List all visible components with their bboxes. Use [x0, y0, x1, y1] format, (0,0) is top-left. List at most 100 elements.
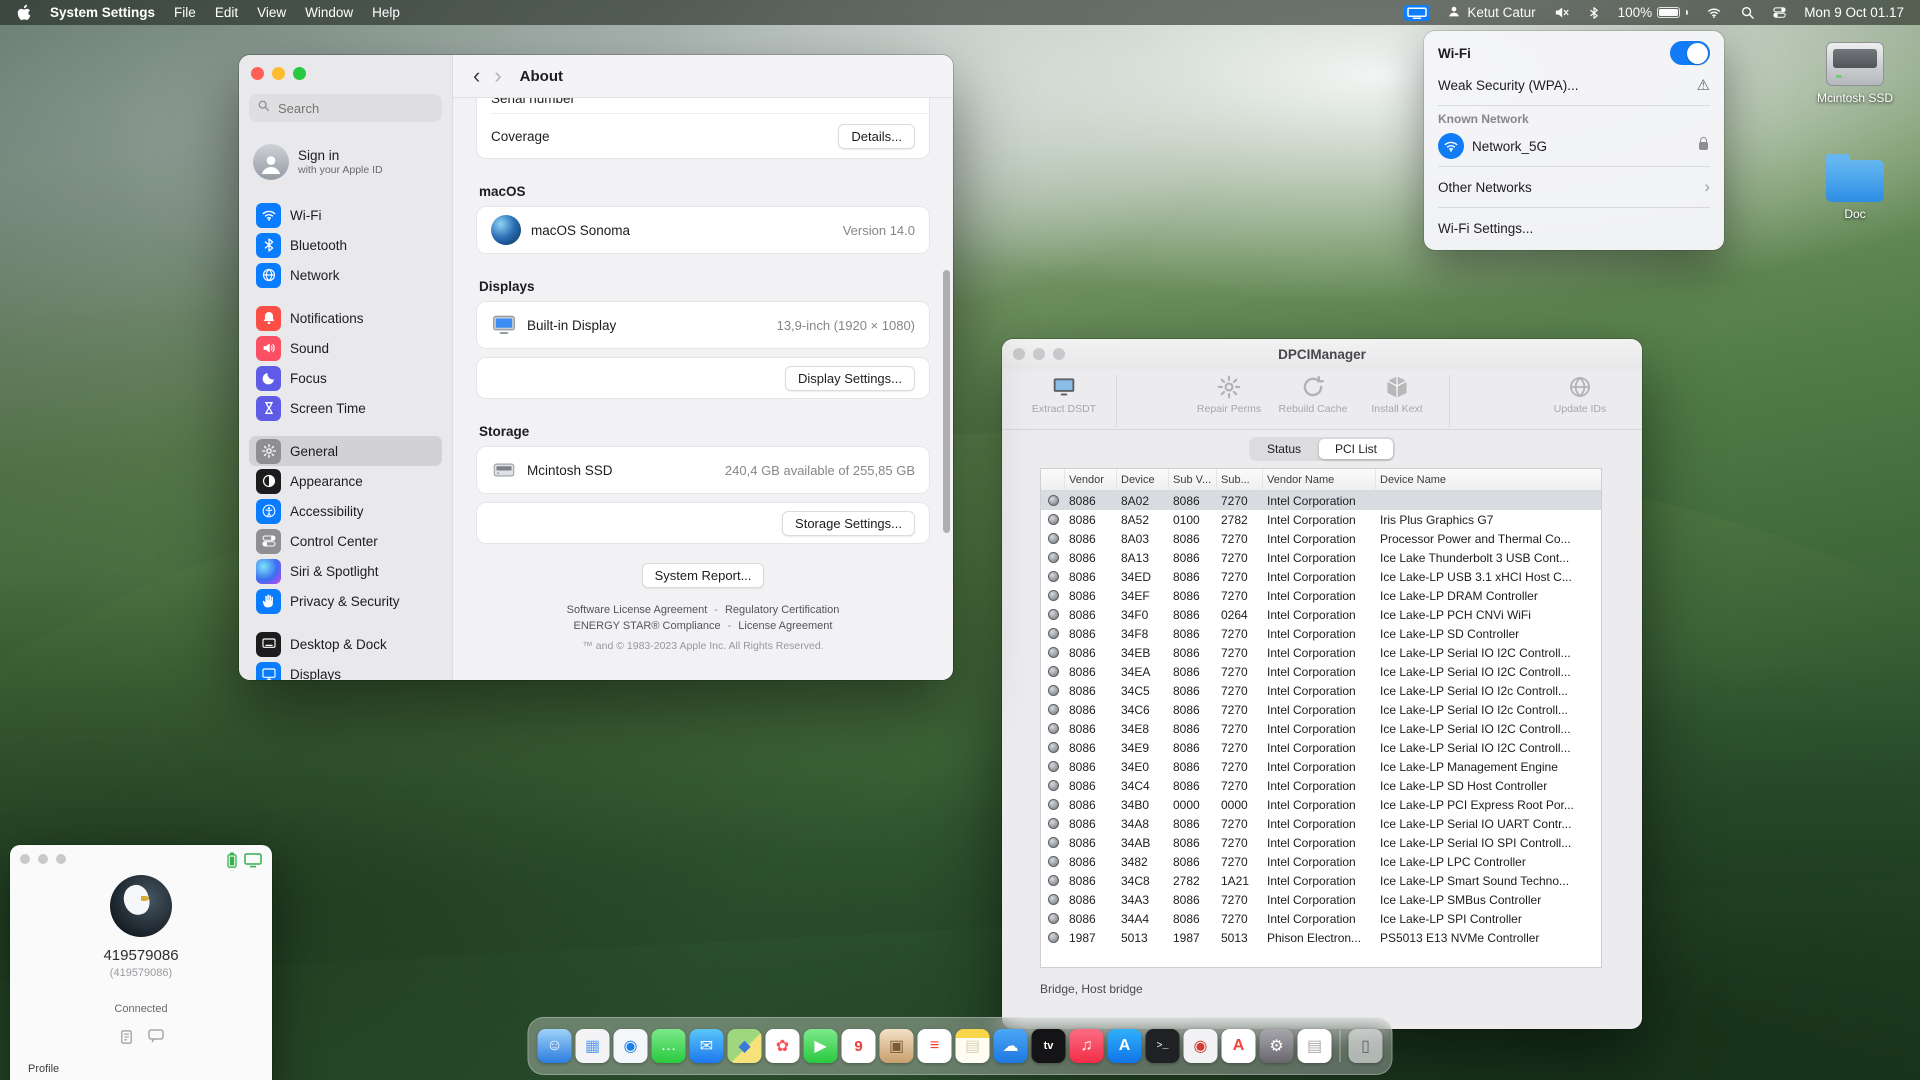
network-item[interactable]: Network_5G [1424, 130, 1724, 162]
sidebar-item-siri-spotlight[interactable]: Siri & Spotlight [249, 556, 442, 586]
system-report-button[interactable]: System Report... [642, 563, 765, 588]
chat-icon[interactable] [148, 1029, 164, 1050]
pci-row[interactable]: 808634AB80867270Intel CorporationIce Lak… [1041, 833, 1601, 852]
sidebar-item-control-center[interactable]: Control Center [249, 526, 442, 556]
column-device[interactable]: Device [1117, 469, 1169, 490]
profile-label[interactable]: Profile [28, 1063, 59, 1075]
wifi-toggle[interactable] [1670, 41, 1710, 65]
pci-row[interactable]: 808634B000000000Intel CorporationIce Lak… [1041, 795, 1601, 814]
column-device-name[interactable]: Device Name [1376, 469, 1601, 490]
column-vendor-name[interactable]: Vendor Name [1263, 469, 1376, 490]
apple-menu-icon[interactable] [16, 4, 31, 22]
column-sub-v[interactable]: Sub V... [1169, 469, 1217, 490]
minimize-button[interactable] [272, 67, 285, 80]
dock-music[interactable]: ♫ [1070, 1029, 1104, 1063]
pci-row[interactable]: 808634EF80867270Intel CorporationIce Lak… [1041, 586, 1601, 605]
minimize-button[interactable] [38, 854, 48, 864]
sidebar-item-signin[interactable]: Sign in with your Apple ID [249, 140, 442, 184]
settings-search-field[interactable] [249, 94, 442, 122]
footer-link-energy-star-compliance[interactable]: ENERGY STAR® Compliance [574, 620, 721, 632]
pci-row[interactable]: 80868A0380867270Intel CorporationProcess… [1041, 529, 1601, 548]
dock-tv[interactable]: tv [1032, 1029, 1066, 1063]
minimize-button[interactable] [1033, 348, 1045, 360]
toolbar-rebuild-cache[interactable]: Rebuild Cache [1271, 373, 1355, 415]
zoom-button[interactable] [56, 854, 66, 864]
search-input[interactable] [276, 100, 400, 117]
sidebar-item-focus[interactable]: Focus [249, 363, 442, 393]
forward-icon[interactable]: › [494, 65, 501, 87]
dock-notes[interactable]: ▤ [956, 1029, 990, 1063]
sidebar-item-desktop-dock[interactable]: Desktop & Dock [249, 629, 442, 659]
dock-photo-booth[interactable]: ▣ [880, 1029, 914, 1063]
wifi-icon[interactable] [1705, 5, 1723, 20]
toolbar-repair-perms[interactable]: Repair Perms [1187, 373, 1271, 415]
user-switcher[interactable]: Ketut Catur [1447, 4, 1535, 21]
sidebar-item-general[interactable]: General [249, 436, 442, 466]
menu-view[interactable]: View [257, 5, 286, 20]
other-networks-item[interactable]: Other Networks › [1424, 171, 1724, 203]
pci-row[interactable]: 808634C680867270Intel CorporationIce Lak… [1041, 700, 1601, 719]
tab-pci-list[interactable]: PCI List [1319, 439, 1393, 459]
bluetooth-icon[interactable] [1587, 5, 1601, 21]
weak-security-item[interactable]: Weak Security (WPA)... ⚠ [1424, 69, 1724, 101]
dock-calendar[interactable]: 9 [842, 1029, 876, 1063]
desktop-icon-mcintosh-ssd[interactable]: Mcintosh SSD [1800, 42, 1910, 105]
dock-launchpad[interactable]: ▦ [576, 1029, 610, 1063]
spotlight-search-icon[interactable] [1740, 5, 1755, 20]
sidebar-item-displays[interactable]: Displays [249, 659, 442, 680]
dock-anydesk[interactable]: A [1222, 1029, 1256, 1063]
dock-safari[interactable]: ◉ [614, 1029, 648, 1063]
pci-row[interactable]: 80868A5201002782Intel CorporationIris Pl… [1041, 510, 1601, 529]
pci-row[interactable]: 808634F080860264Intel CorporationIce Lak… [1041, 605, 1601, 624]
pci-row[interactable]: 80868A1380867270Intel CorporationIce Lak… [1041, 548, 1601, 567]
footer-link-license-agreement[interactable]: License Agreement [738, 620, 832, 632]
dock-photos[interactable]: ✿ [766, 1029, 800, 1063]
back-icon[interactable]: ‹ [473, 65, 480, 87]
dock-trash[interactable]: ▯ [1349, 1029, 1383, 1063]
settings-header[interactable]: ‹ › About [453, 55, 953, 98]
screen-mirroring-indicator-icon[interactable] [1404, 5, 1430, 21]
footer-link-software-license-agreement[interactable]: Software License Agreement [567, 604, 708, 616]
pci-row[interactable]: 808634EA80867270Intel CorporationIce Lak… [1041, 662, 1601, 681]
display-settings-button[interactable]: Display Settings... [785, 366, 915, 391]
mute-icon[interactable] [1553, 4, 1570, 21]
column-sub[interactable]: Sub... [1217, 469, 1263, 490]
scrollbar[interactable] [943, 270, 950, 533]
pci-row[interactable]: 808634C580867270Intel CorporationIce Lak… [1041, 681, 1601, 700]
storage-settings-button[interactable]: Storage Settings... [782, 511, 915, 536]
zoom-button[interactable] [1053, 348, 1065, 360]
dock-mail[interactable]: ✉ [690, 1029, 724, 1063]
toolbar-extract-dsdt[interactable]: Extract DSDT [1022, 373, 1106, 415]
pci-row[interactable]: 808634A480867270Intel CorporationIce Lak… [1041, 909, 1601, 928]
sidebar-item-notifications[interactable]: Notifications [249, 303, 442, 333]
menu-edit[interactable]: Edit [215, 5, 238, 20]
column-vendor[interactable]: Vendor [1065, 469, 1117, 490]
pci-row[interactable]: 1987501319875013Phison Electron...PS5013… [1041, 928, 1601, 947]
battery-indicator[interactable]: 100% [1618, 5, 1689, 20]
dock-weather[interactable]: ☁ [994, 1029, 1028, 1063]
toolbar-update-ids[interactable]: Update IDs [1538, 373, 1622, 415]
file-transfer-icon[interactable] [119, 1029, 134, 1050]
menu-file[interactable]: File [174, 5, 196, 20]
wifi-settings-item[interactable]: Wi-Fi Settings... [1424, 212, 1724, 244]
zoom-button[interactable] [293, 67, 306, 80]
pci-row[interactable]: 808634E880867270Intel CorporationIce Lak… [1041, 719, 1601, 738]
pci-row[interactable]: 808634E980867270Intel CorporationIce Lak… [1041, 738, 1601, 757]
dpci-titlebar[interactable]: DPCIManager [1002, 339, 1642, 369]
sidebar-item-wi-fi[interactable]: Wi-Fi [249, 200, 442, 230]
pci-row[interactable]: 8086348280867270Intel CorporationIce Lak… [1041, 852, 1601, 871]
pci-row[interactable]: 808634C480867270Intel CorporationIce Lak… [1041, 776, 1601, 795]
sidebar-item-sound[interactable]: Sound [249, 333, 442, 363]
dock-terminal[interactable]: >_ [1146, 1029, 1180, 1063]
details-button[interactable]: Details... [838, 124, 915, 149]
sidebar-item-appearance[interactable]: Appearance [249, 466, 442, 496]
sidebar-item-privacy-security[interactable]: Privacy & Security [249, 586, 442, 616]
dock-messages[interactable]: … [652, 1029, 686, 1063]
control-center-icon[interactable] [1772, 5, 1787, 20]
tab-status[interactable]: Status [1251, 439, 1317, 459]
pci-row[interactable]: 808634A880867270Intel CorporationIce Lak… [1041, 814, 1601, 833]
close-button[interactable] [1013, 348, 1025, 360]
close-button[interactable] [20, 854, 30, 864]
dock-facetime[interactable]: ▶ [804, 1029, 838, 1063]
pci-row[interactable]: 80868A0280867270Intel Corporation [1041, 491, 1601, 510]
